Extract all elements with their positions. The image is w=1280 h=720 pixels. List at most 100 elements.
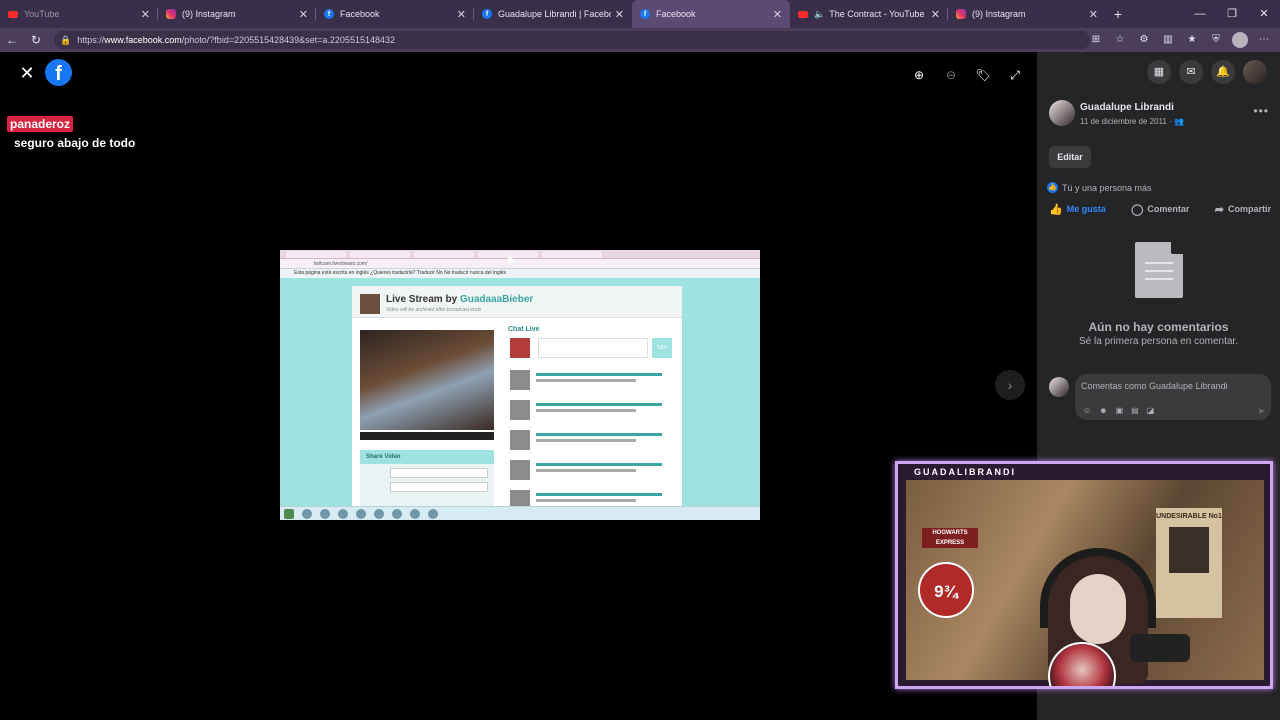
- close-icon[interactable]: ✕: [16, 62, 38, 84]
- facebook-icon: f: [324, 9, 334, 19]
- zoom-in-icon[interactable]: ⊕: [908, 64, 930, 86]
- minimize-icon[interactable]: —: [1184, 0, 1216, 28]
- share-button[interactable]: ➦ Compartir: [1215, 203, 1271, 216]
- empty-comments: Aún no hay comentarios Sé la primera per…: [1037, 242, 1280, 347]
- more-options-icon[interactable]: •••: [1253, 104, 1269, 118]
- livestream-video-controls: [360, 432, 494, 440]
- photo-url: twitcam.livestream.com/: [280, 259, 760, 269]
- menu-icon[interactable]: ⋯: [1256, 32, 1272, 48]
- profile-avatar[interactable]: [1232, 32, 1248, 48]
- menu-grid-icon[interactable]: ▦: [1147, 60, 1171, 84]
- chat-message: [510, 430, 670, 452]
- avatar-sticker-icon[interactable]: ☺: [1083, 406, 1091, 415]
- close-tab-icon[interactable]: ✕: [615, 8, 624, 21]
- back-icon[interactable]: ←: [0, 33, 24, 47]
- sticker-icon[interactable]: ◪: [1147, 406, 1155, 415]
- chat-overlay-message: seguro abajo de todo: [14, 136, 136, 150]
- close-tab-icon[interactable]: ✕: [1089, 8, 1098, 21]
- url-prefix: https://: [77, 35, 105, 45]
- url-host: www.facebook.com: [104, 35, 182, 45]
- app-install-icon[interactable]: ⊞: [1088, 32, 1104, 48]
- close-tab-icon[interactable]: ✕: [931, 8, 940, 21]
- browser-tab-active[interactable]: f Facebook ✕: [632, 0, 790, 28]
- post-date[interactable]: 11 de diciembre de 2011 · 👥: [1080, 117, 1184, 126]
- livestream-header: Live Stream by GuadaaaBieber Video will …: [352, 286, 682, 318]
- like-reaction-icon: 👍: [1047, 182, 1058, 193]
- commenter-avatar: [1049, 377, 1069, 397]
- facebook-logo-icon[interactable]: f: [45, 59, 72, 86]
- browser-tab[interactable]: f Guadalupe Librandi | Facebook ✕: [474, 0, 632, 28]
- next-photo-icon[interactable]: ›: [995, 370, 1025, 400]
- account-avatar[interactable]: [1243, 60, 1267, 84]
- livestream-thumb: [360, 294, 380, 314]
- livestream-card: Live Stream by GuadaaaBieber Video will …: [352, 286, 682, 510]
- comment-icon: ◯: [1131, 203, 1144, 216]
- photo-taskbar: [280, 506, 760, 520]
- close-window-icon[interactable]: ✕: [1248, 0, 1280, 28]
- messenger-icon[interactable]: ✉: [1179, 60, 1203, 84]
- notifications-bell-icon[interactable]: 🔔: [1211, 60, 1235, 84]
- no-comments-subtitle: Sé la primera persona en comentar.: [1079, 336, 1238, 347]
- url-field[interactable]: 🔒 https://www.facebook.com/photo/?fbid=2…: [54, 31, 1090, 49]
- photo-image: twitcam.livestream.com/ Esta página está…: [280, 250, 760, 520]
- tab-title: YouTube: [24, 9, 60, 19]
- browser-tab[interactable]: f Facebook ✕: [316, 0, 474, 28]
- shield-icon[interactable]: ⛨: [1208, 32, 1224, 48]
- author-avatar[interactable]: [1049, 100, 1075, 126]
- browser-tab[interactable]: YouTube ✕: [0, 0, 158, 28]
- star-icon[interactable]: ☆: [1112, 32, 1128, 48]
- close-tab-icon[interactable]: ✕: [141, 8, 150, 21]
- document-icon: [1134, 242, 1183, 298]
- close-tab-icon[interactable]: ✕: [773, 8, 782, 21]
- gif-icon[interactable]: ▤: [1131, 406, 1139, 415]
- browser-tab[interactable]: (9) Instagram ✕: [158, 0, 316, 28]
- tab-title: Facebook: [340, 9, 380, 19]
- camera-icon[interactable]: ▣: [1116, 406, 1124, 415]
- emoji-icon[interactable]: ☻: [1099, 406, 1107, 415]
- chat-avatar: [510, 338, 530, 358]
- instagram-icon: [956, 9, 966, 19]
- photo-browser-tabs: [280, 250, 760, 259]
- comment-button[interactable]: ◯ Comentar: [1131, 203, 1189, 216]
- new-tab-icon[interactable]: +: [1106, 6, 1130, 22]
- restore-icon[interactable]: ❐: [1216, 0, 1248, 28]
- livestream-subtitle: Video will be archived after broadcast e…: [386, 307, 482, 313]
- close-tab-icon[interactable]: ✕: [299, 8, 308, 21]
- facebook-icon: f: [482, 9, 492, 19]
- share-video-title: Share Video: [360, 450, 494, 464]
- chat-live-title: Chat Live: [508, 326, 540, 333]
- edit-button[interactable]: Editar: [1049, 146, 1091, 168]
- browser-tab[interactable]: (9) Instagram ✕: [948, 0, 1106, 28]
- fb-top-icons: ▦ ✉ 🔔: [1147, 60, 1267, 84]
- browser-tabstrip: YouTube ✕ (9) Instagram ✕ f Facebook ✕ f…: [0, 0, 1280, 28]
- favorites-icon[interactable]: ★: [1184, 32, 1200, 48]
- zoom-out-icon[interactable]: ⊖: [940, 64, 962, 86]
- lock-icon[interactable]: 🔒: [60, 35, 71, 46]
- reload-icon[interactable]: ↻: [24, 33, 48, 47]
- browser-tab[interactable]: 🔈 The Contract - YouTube ✕: [790, 0, 948, 28]
- youtube-icon: [8, 10, 18, 18]
- speaker-icon[interactable]: 🔈: [814, 9, 825, 20]
- photo-translate-bar: Esta página está escrita en inglés ¿Quie…: [280, 269, 760, 278]
- like-button[interactable]: 👍 Me gusta: [1049, 203, 1106, 216]
- extension-icon[interactable]: ⚙: [1136, 32, 1152, 48]
- split-screen-icon[interactable]: ▥: [1160, 32, 1176, 48]
- comment-composer: Comentas como Guadalupe Librandi ☺ ☻ ▣ ▤…: [1049, 374, 1271, 424]
- instagram-icon: [166, 9, 176, 19]
- link-field: [390, 482, 488, 492]
- fullscreen-icon[interactable]: ⤢: [1004, 64, 1026, 86]
- livestream-title: Live Stream by GuadaaaBieber: [386, 294, 534, 305]
- hogwarts-sign: HOGWARTS EXPRESS: [922, 528, 978, 548]
- chat-input: [538, 338, 648, 358]
- no-comments-title: Aún no hay comentarios: [1088, 320, 1229, 334]
- author-name[interactable]: Guadalupe Librandi: [1080, 102, 1174, 113]
- close-tab-icon[interactable]: ✕: [457, 8, 466, 21]
- browser-toolbar: ⊞ ☆ ⚙ ▥ ★ ⛨ ⋯: [1088, 32, 1272, 48]
- livestream-video: [360, 330, 494, 430]
- chat-message: [510, 400, 670, 422]
- tag-icon[interactable]: 🏷: [972, 64, 994, 86]
- reactions-summary[interactable]: 👍 Tú y una persona más: [1047, 182, 1152, 193]
- send-icon[interactable]: ➤: [1257, 406, 1265, 417]
- post-author: Guadalupe Librandi 11 de diciembre de 20…: [1049, 100, 1269, 130]
- address-bar-row: ← ↻ 🔒 https://www.facebook.com/photo/?fb…: [0, 28, 1280, 52]
